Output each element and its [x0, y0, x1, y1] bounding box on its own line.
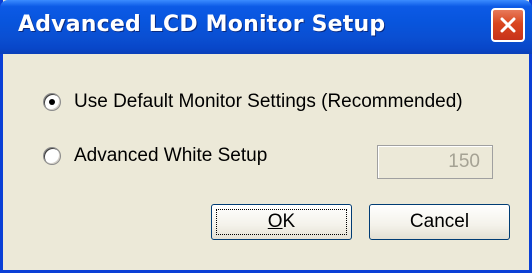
close-icon [500, 17, 516, 33]
close-button[interactable] [491, 8, 525, 42]
radio-selected-dot [49, 99, 55, 105]
radio-advanced-white[interactable] [43, 147, 61, 165]
ok-button[interactable]: OK [211, 204, 352, 240]
cancel-button[interactable]: Cancel [369, 204, 510, 240]
option-default-settings-label[interactable]: Use Default Monitor Settings (Recommende… [74, 91, 463, 113]
option-advanced-white-label[interactable]: Advanced White Setup [74, 145, 267, 167]
radio-default-settings[interactable] [43, 93, 61, 111]
ok-focus-rect [216, 209, 347, 235]
window-title: Advanced LCD Monitor Setup [18, 12, 386, 37]
title-bar[interactable]: Advanced LCD Monitor Setup [0, 0, 532, 54]
dialog-window: Advanced LCD Monitor Setup Use Default M… [0, 0, 532, 273]
white-setup-value-field[interactable]: 150 [377, 145, 493, 179]
